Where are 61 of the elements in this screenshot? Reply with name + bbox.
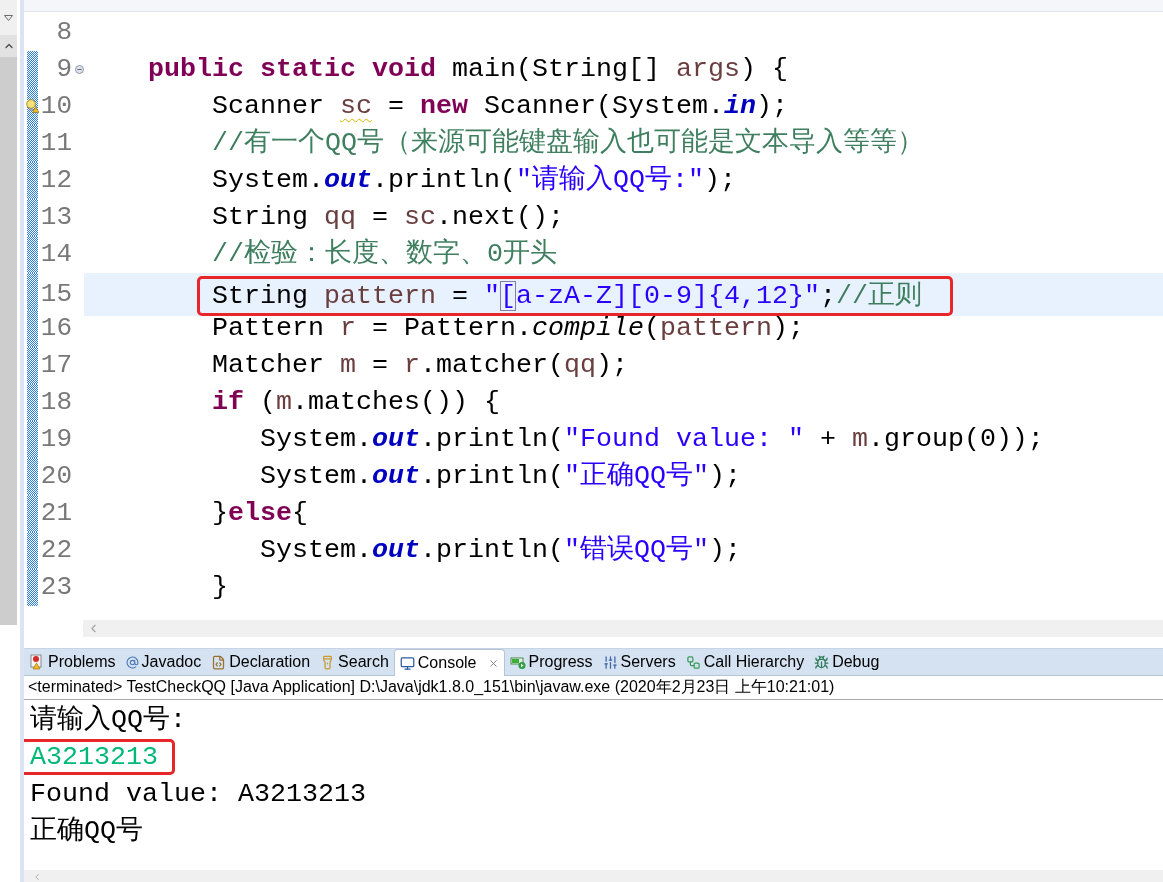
document-icon bbox=[211, 654, 227, 670]
code-line: //有一个QQ号（来源可能键盘输入也可能是文本导入等等） bbox=[212, 127, 924, 159]
sliders-icon bbox=[602, 654, 618, 670]
line-number: 23 bbox=[40, 572, 72, 602]
error-warning-icon bbox=[29, 654, 45, 670]
line-number: 20 bbox=[40, 461, 72, 491]
line-number: 13 bbox=[40, 202, 72, 232]
code-line: System.out.println("请输入QQ号:"); bbox=[212, 164, 736, 196]
line-number: 14 bbox=[40, 239, 72, 269]
code-line: Scanner sc = new Scanner(System.in); bbox=[212, 90, 788, 122]
lightbulb-warning-icon[interactable] bbox=[26, 98, 39, 113]
line-number: 17 bbox=[40, 350, 72, 380]
code-line: public static void main(String[] args) { bbox=[148, 53, 788, 85]
bug-icon bbox=[814, 654, 830, 670]
horizontal-scrollbar[interactable] bbox=[24, 870, 1163, 882]
line-number: 12 bbox=[40, 165, 72, 195]
hierarchy-icon bbox=[685, 654, 701, 670]
console-output-line: Found value: A3213213 bbox=[30, 778, 366, 810]
line-number: 10 bbox=[40, 91, 72, 121]
code-line: System.out.println("错误QQ号"); bbox=[260, 534, 741, 566]
view-tab[interactable]: Problems bbox=[24, 649, 121, 675]
close-button[interactable] bbox=[487, 657, 499, 669]
line-number: 11 bbox=[40, 128, 72, 158]
minus-circle-icon[interactable] bbox=[74, 64, 84, 74]
view-tab[interactable]: Servers bbox=[597, 649, 681, 675]
console-process-info: <terminated> TestCheckQQ [Java Application] D:\Java\jdk1.8.0_151\bin\javaw.exe (2020年2月23日 上午10:21:01) bbox=[28, 677, 835, 697]
code-line: System.out.println("正确QQ号"); bbox=[260, 460, 741, 492]
code-line: String qq = sc.next(); bbox=[212, 201, 564, 233]
view-tab[interactable]: Progress bbox=[504, 649, 598, 675]
view-tab[interactable]: Debug bbox=[809, 649, 885, 675]
code-line: String pattern = "[a-zA-Z][0-9]{4,12}";//正则 bbox=[212, 279, 922, 312]
code-line: Matcher m = r.matcher(qq); bbox=[212, 349, 628, 381]
line-number: 15 bbox=[40, 279, 72, 309]
line-number: 19 bbox=[40, 424, 72, 454]
console-input-line: A3213213 bbox=[30, 741, 158, 773]
line-number: 18 bbox=[40, 387, 72, 417]
view-tab[interactable]: Console bbox=[393, 649, 505, 676]
at-sign-icon bbox=[125, 655, 139, 669]
code-line: } bbox=[212, 571, 228, 603]
code-line: //检验：长度、数字、0开头 bbox=[212, 238, 557, 270]
close-icon bbox=[487, 657, 499, 669]
console-output-line: 请输入QQ号: bbox=[30, 704, 186, 736]
view-tab[interactable]: Javadoc bbox=[120, 649, 207, 675]
view-tab[interactable]: Declaration bbox=[206, 649, 316, 675]
line-number: 16 bbox=[40, 313, 72, 343]
code-line: System.out.println("Found value: " + m.group(0)); bbox=[260, 423, 1044, 455]
horizontal-scrollbar[interactable] bbox=[83, 620, 1163, 637]
view-tab[interactable]: Call Hierarchy bbox=[680, 649, 810, 675]
restore-button[interactable] bbox=[0, 35, 17, 57]
view-tab[interactable]: Search bbox=[315, 649, 394, 675]
line-number: 8 bbox=[56, 17, 72, 47]
code-line: Pattern r = Pattern.compile(pattern); bbox=[212, 312, 804, 344]
line-number: 21 bbox=[40, 498, 72, 528]
caret-down-icon[interactable] bbox=[4, 15, 13, 21]
code-line: }else{ bbox=[212, 497, 308, 529]
line-number: 22 bbox=[40, 535, 72, 565]
code-line: if (m.matches()) { bbox=[212, 386, 500, 418]
progress-bar-icon bbox=[509, 654, 526, 670]
console-output-line: 正确QQ号 bbox=[30, 815, 143, 847]
line-number: 9 bbox=[56, 54, 72, 84]
monitor-icon bbox=[399, 655, 415, 671]
